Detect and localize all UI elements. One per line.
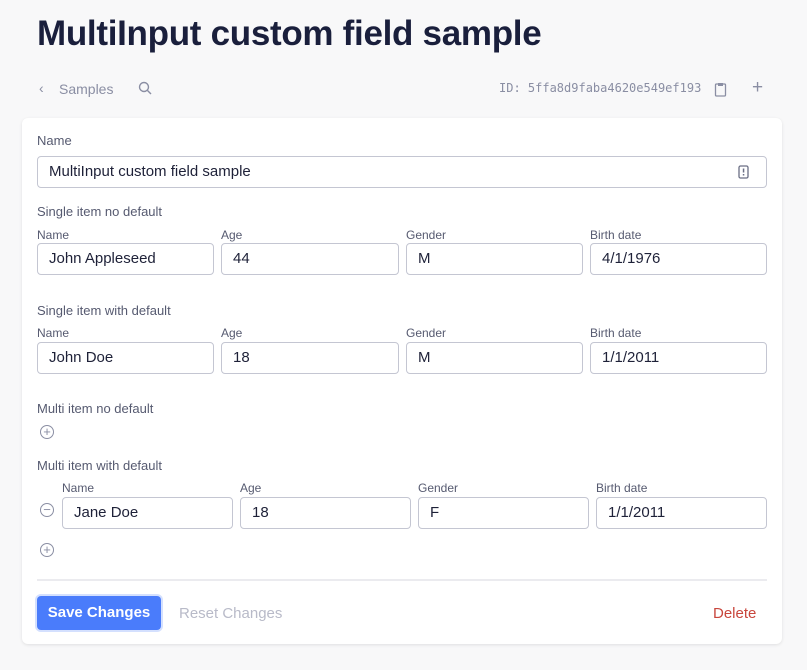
divider	[37, 579, 767, 581]
col-label: Name	[37, 326, 70, 340]
m2-gender-input[interactable]: F	[418, 497, 589, 529]
chevron-left-icon[interactable]: ‹	[39, 80, 44, 96]
section-label: Multi item no default	[37, 401, 154, 416]
reset-changes-button[interactable]: Reset Changes	[179, 605, 282, 622]
col-label: Name	[37, 228, 70, 242]
delete-button[interactable]: Delete	[713, 605, 756, 622]
save-changes-button[interactable]: Save Changes	[37, 596, 161, 630]
s2-age-input[interactable]: 18	[221, 342, 399, 374]
s1-gender-input[interactable]: M	[406, 243, 583, 275]
add-icon[interactable]: +	[752, 77, 763, 99]
name-label: Name	[37, 133, 72, 148]
s2-name-input[interactable]: John Doe	[37, 342, 214, 374]
s1-birthdate-input[interactable]: 4/1/1976	[590, 243, 767, 275]
s1-age-input[interactable]: 44	[221, 243, 399, 275]
s2-birthdate-input[interactable]: 1/1/2011	[590, 342, 767, 374]
add-item-icon[interactable]: +	[40, 543, 54, 557]
page-title: MultiInput custom field sample	[37, 14, 542, 53]
name-input-value: MultiInput custom field sample	[49, 163, 251, 180]
col-label: Gender	[406, 228, 447, 242]
form-card	[22, 118, 782, 644]
col-label: Birth date	[590, 326, 642, 340]
m2-name-input[interactable]: Jane Doe	[62, 497, 233, 529]
s2-gender-input[interactable]: M	[406, 342, 583, 374]
back-link-samples[interactable]: Samples	[59, 81, 113, 97]
col-label: Birth date	[596, 481, 648, 495]
add-item-icon[interactable]: +	[40, 425, 54, 439]
col-label: Age	[221, 326, 243, 340]
col-label: Birth date	[590, 228, 642, 242]
name-input[interactable]: MultiInput custom field sample	[37, 156, 767, 188]
remove-item-icon[interactable]: −	[40, 503, 54, 517]
m2-birthdate-input[interactable]: 1/1/2011	[596, 497, 767, 529]
s1-name-input[interactable]: John Appleseed	[37, 243, 214, 275]
section-label: Multi item with default	[37, 458, 162, 473]
search-icon[interactable]	[138, 81, 153, 96]
col-label: Age	[240, 481, 262, 495]
col-label: Gender	[406, 326, 447, 340]
document-id: ID: 5ffa8d9faba4620e549ef193	[499, 81, 702, 95]
col-label: Age	[221, 228, 243, 242]
clipboard-icon[interactable]	[714, 82, 727, 97]
field-info-icon	[738, 165, 749, 179]
m2-age-input[interactable]: 18	[240, 497, 411, 529]
section-label: Single item no default	[37, 204, 163, 219]
section-label: Single item with default	[37, 303, 171, 318]
col-label: Gender	[418, 481, 459, 495]
col-label: Name	[62, 481, 95, 495]
